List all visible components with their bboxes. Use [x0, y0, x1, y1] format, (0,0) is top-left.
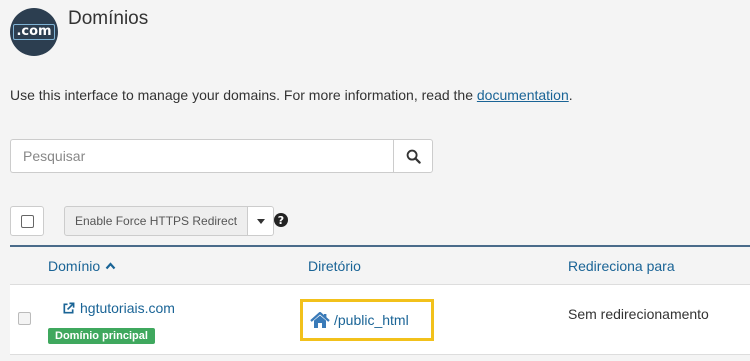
chevron-down-icon [256, 218, 265, 224]
intro-sentence: Use this interface to manage your domain… [10, 87, 477, 103]
documentation-link[interactable]: documentation [477, 87, 569, 103]
search-input[interactable] [10, 139, 393, 173]
directory-path: /public_html [334, 312, 409, 328]
force-https-button-group: Enable Force HTTPS Redirect [64, 206, 275, 236]
sort-up-icon [105, 262, 116, 270]
redirect-value: Sem redirecionamento [568, 306, 709, 322]
force-https-redirect-button[interactable]: Enable Force HTTPS Redirect [64, 206, 249, 236]
directory-link[interactable]: /public_html [300, 299, 434, 341]
force-https-dropdown-button[interactable] [248, 206, 275, 236]
column-header-directory[interactable]: Diretório [308, 258, 361, 274]
search-bar [10, 139, 433, 173]
column-header-domain-label: Domínio [48, 258, 101, 274]
table-row: hgtutoriais.com Domínio principal /publi… [10, 285, 750, 355]
select-all-checkbox-button[interactable] [10, 206, 44, 236]
intro-text: Use this interface to manage your domain… [10, 87, 573, 103]
intro-suffix: . [568, 87, 573, 103]
external-link-icon [63, 302, 75, 314]
row-checkbox[interactable] [18, 312, 31, 325]
domain-link[interactable]: hgtutoriais.com [62, 300, 175, 316]
domains-table: Domínio Diretório Redireciona para hgtut… [10, 245, 750, 355]
page-title: Domínios [68, 8, 149, 29]
primary-domain-badge: Domínio principal [48, 328, 155, 344]
column-header-redirect[interactable]: Redireciona para [568, 258, 675, 274]
table-header: Domínio Diretório Redireciona para [10, 245, 750, 285]
search-button[interactable] [393, 139, 433, 173]
home-icon [310, 311, 330, 328]
select-all-checkbox[interactable] [20, 214, 34, 228]
domains-logo-icon: .com [10, 8, 58, 56]
column-header-domain[interactable]: Domínio [48, 258, 116, 274]
help-icon[interactable]: ? [274, 213, 288, 227]
logo-text: .com [13, 24, 55, 40]
search-icon [406, 149, 421, 164]
domain-name: hgtutoriais.com [80, 300, 175, 316]
